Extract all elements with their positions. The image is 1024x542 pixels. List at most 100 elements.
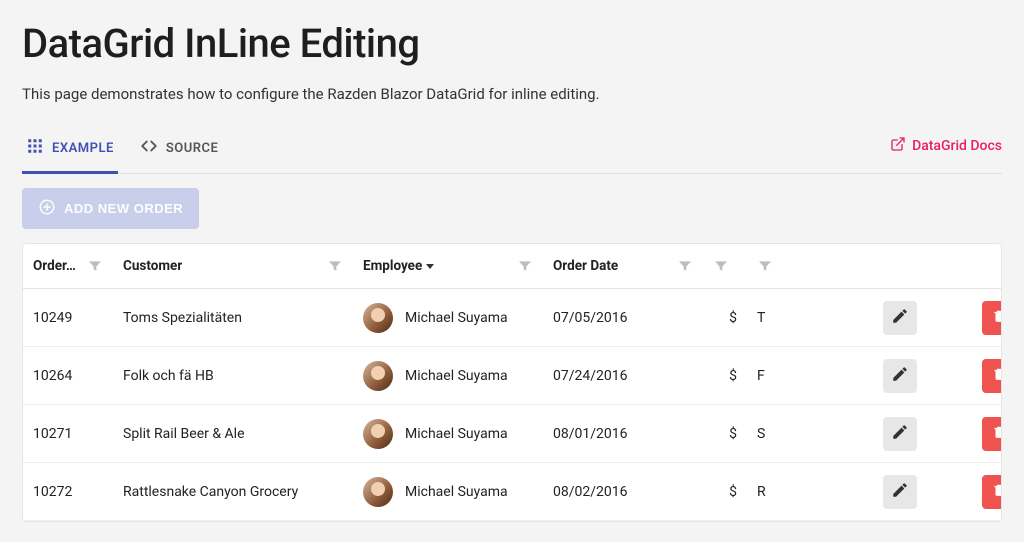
pencil-icon bbox=[891, 423, 909, 444]
header-row: Order… Customer Employee bbox=[23, 244, 1002, 289]
cell-employee: Michael Suyama bbox=[353, 347, 543, 405]
table-row: 10249Toms Spezialitäten Michael Suyama 07/… bbox=[23, 289, 1002, 347]
col-header-filter[interactable] bbox=[747, 244, 791, 289]
tabs-row: Example Source DataGrid Docs bbox=[22, 127, 1002, 174]
pencil-icon bbox=[891, 307, 909, 328]
pencil-icon bbox=[891, 365, 909, 386]
edit-button[interactable] bbox=[883, 301, 917, 335]
sort-desc-icon bbox=[426, 264, 434, 269]
tab-example[interactable]: Example bbox=[22, 127, 118, 174]
edit-button[interactable] bbox=[883, 417, 917, 451]
add-new-order-button[interactable]: Add New Order bbox=[22, 188, 199, 229]
docs-link-label: DataGrid Docs bbox=[912, 138, 1002, 154]
cell-ship: T bbox=[747, 289, 791, 347]
cell-currency: $ bbox=[703, 289, 747, 347]
cell-delete bbox=[965, 289, 1002, 347]
filter-icon[interactable] bbox=[517, 258, 533, 274]
col-header-order[interactable]: Order… bbox=[23, 244, 113, 289]
cell-delete bbox=[965, 405, 1002, 463]
code-icon bbox=[140, 137, 158, 159]
cell-empty bbox=[791, 289, 835, 347]
cell-currency: $ bbox=[703, 463, 747, 521]
cell-edit bbox=[835, 347, 965, 405]
page-subtitle: This page demonstrates how to configure … bbox=[22, 85, 1002, 103]
trash-icon bbox=[992, 367, 1002, 384]
tab-source[interactable]: Source bbox=[136, 127, 223, 174]
col-header-customer-label: Customer bbox=[123, 258, 182, 274]
col-header-employee[interactable]: Employee bbox=[353, 244, 543, 289]
cell-ship: R bbox=[747, 463, 791, 521]
cell-order-date: 08/02/2016 bbox=[543, 463, 703, 521]
tab-example-label: Example bbox=[52, 141, 114, 156]
trash-icon bbox=[992, 483, 1002, 500]
cell-customer: Folk och fä HB bbox=[113, 347, 353, 405]
filter-icon[interactable] bbox=[87, 258, 103, 274]
page-title: DataGrid InLine Editing bbox=[22, 20, 1002, 67]
avatar bbox=[363, 477, 393, 507]
avatar bbox=[363, 419, 393, 449]
cell-empty bbox=[791, 347, 835, 405]
delete-button[interactable] bbox=[982, 417, 1002, 451]
filter-icon[interactable] bbox=[713, 258, 737, 274]
cell-delete bbox=[965, 463, 1002, 521]
cell-edit bbox=[835, 463, 965, 521]
filter-icon[interactable] bbox=[327, 258, 343, 274]
external-link-icon bbox=[890, 136, 906, 156]
employee-name: Michael Suyama bbox=[405, 426, 508, 442]
grid-apps-icon bbox=[26, 137, 44, 159]
tabs: Example Source bbox=[22, 127, 222, 173]
cell-customer: Toms Spezialitäten bbox=[113, 289, 353, 347]
add-button-label: Add New Order bbox=[64, 201, 183, 216]
cell-order-id: 10271 bbox=[23, 405, 113, 463]
cell-edit bbox=[835, 289, 965, 347]
cell-order-date: 07/05/2016 bbox=[543, 289, 703, 347]
cell-customer: Rattlesnake Canyon Grocery bbox=[113, 463, 353, 521]
cell-delete bbox=[965, 347, 1002, 405]
col-header-empty bbox=[791, 244, 835, 289]
table-row: 10272Rattlesnake Canyon Grocery Michael S… bbox=[23, 463, 1002, 521]
cell-order-id: 10264 bbox=[23, 347, 113, 405]
edit-button[interactable] bbox=[883, 475, 917, 509]
plus-circle-icon bbox=[38, 198, 56, 219]
col-header-delete bbox=[965, 244, 1002, 289]
delete-button[interactable] bbox=[982, 475, 1002, 509]
avatar bbox=[363, 361, 393, 391]
employee-name: Michael Suyama bbox=[405, 484, 508, 500]
docs-link[interactable]: DataGrid Docs bbox=[890, 136, 1002, 164]
col-header-date-label: Order Date bbox=[553, 258, 618, 274]
col-header-order-date[interactable]: Order Date bbox=[543, 244, 703, 289]
filter-icon[interactable] bbox=[677, 258, 693, 274]
cell-ship: S bbox=[747, 405, 791, 463]
edit-button[interactable] bbox=[883, 359, 917, 393]
cell-order-id: 10272 bbox=[23, 463, 113, 521]
cell-empty bbox=[791, 405, 835, 463]
trash-icon bbox=[992, 309, 1002, 326]
cell-order-date: 08/01/2016 bbox=[543, 405, 703, 463]
cell-empty bbox=[791, 463, 835, 521]
trash-icon bbox=[992, 425, 1002, 442]
table-row: 10264Folk och fä HB Michael Suyama 07/24/2… bbox=[23, 347, 1002, 405]
cell-currency: $ bbox=[703, 347, 747, 405]
col-header-order-label: Order… bbox=[33, 258, 76, 274]
employee-name: Michael Suyama bbox=[405, 368, 508, 384]
col-header-edit bbox=[835, 244, 965, 289]
cell-employee: Michael Suyama bbox=[353, 405, 543, 463]
cell-edit bbox=[835, 405, 965, 463]
cell-currency: $ bbox=[703, 405, 747, 463]
data-grid: Order… Customer Employee bbox=[22, 243, 1002, 522]
cell-order-date: 07/24/2016 bbox=[543, 347, 703, 405]
cell-employee: Michael Suyama bbox=[353, 289, 543, 347]
delete-button[interactable] bbox=[982, 301, 1002, 335]
employee-name: Michael Suyama bbox=[405, 310, 508, 326]
delete-button[interactable] bbox=[982, 359, 1002, 393]
cell-order-id: 10249 bbox=[23, 289, 113, 347]
tab-source-label: Source bbox=[166, 141, 219, 156]
filter-icon[interactable] bbox=[757, 258, 781, 274]
cell-employee: Michael Suyama bbox=[353, 463, 543, 521]
table-row: 10271Split Rail Beer & AleMichael Suyama… bbox=[23, 405, 1002, 463]
col-header-customer[interactable]: Customer bbox=[113, 244, 353, 289]
cell-ship: F bbox=[747, 347, 791, 405]
avatar bbox=[363, 303, 393, 333]
pencil-icon bbox=[891, 481, 909, 502]
col-header-filter[interactable] bbox=[703, 244, 747, 289]
